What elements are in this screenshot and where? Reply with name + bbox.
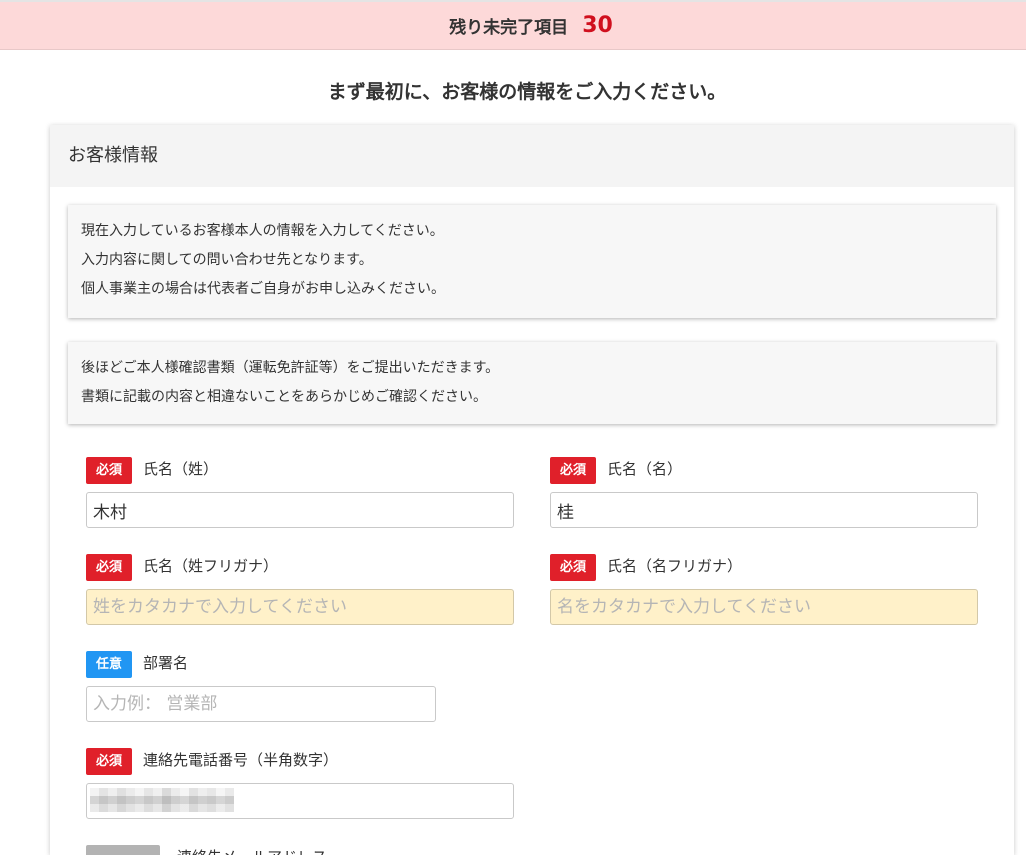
field-first-name: 必須 氏名（名）	[550, 457, 978, 528]
first-name-input[interactable]	[550, 492, 978, 528]
field-phone: 必須 連絡先電話番号（半角数字）	[86, 748, 514, 819]
field-last-name: 必須 氏名（姓）	[86, 457, 514, 528]
form-row-department: 任意 部署名	[86, 651, 996, 722]
field-label: 氏名（姓）	[143, 460, 219, 478]
page-heading: まず最初に、お客様の情報をご入力ください。	[327, 81, 727, 103]
phone-input-wrapper	[86, 783, 514, 819]
form-row-phone: 必須 連絡先電話番号（半角数字）	[86, 748, 996, 819]
card-body: 現在入力しているお客様本人の情報を入力してください。 入力内容に関しての問い合わ…	[50, 187, 1014, 855]
field-email: 連絡先メールアドレス	[86, 845, 514, 855]
note-line: 書類に記載の内容と相違ないことをあらかじめご確認ください。	[81, 389, 487, 405]
field-header: 必須 氏名（姓）	[86, 457, 514, 484]
note-line: 後ほどご本人様確認書類（運転免許証等）をご提出いただきます。	[81, 360, 500, 376]
customer-info-card: お客様情報 現在入力しているお客様本人の情報を入力してください。 入力内容に関し…	[50, 125, 1014, 855]
incomplete-items-label: 残り未完了項目	[449, 18, 569, 38]
note-line: 現在入力しているお客様本人の情報を入力してください。	[81, 223, 444, 239]
status-badge	[86, 845, 160, 855]
field-header: 必須 氏名（名）	[550, 457, 978, 484]
field-label: 氏名（名）	[607, 460, 683, 478]
required-badge: 必須	[550, 457, 596, 484]
optional-badge: 任意	[86, 651, 132, 678]
card-title: お客様情報	[50, 125, 1014, 187]
form-row-email: 連絡先メールアドレス	[86, 845, 996, 855]
redacted-phone-value	[90, 788, 234, 812]
field-first-name-kana: 必須 氏名（名フリガナ）	[550, 554, 978, 625]
form-row-name: 必須 氏名（姓） 必須 氏名（名）	[86, 457, 996, 528]
incomplete-items-count: 30	[582, 13, 613, 38]
form-row-kana: 必須 氏名（姓フリガナ） 必須 氏名（名フリガナ）	[86, 554, 996, 625]
note-line: 個人事業主の場合は代表者ご自身がお申し込みください。	[81, 281, 445, 297]
field-label: 氏名（名フリガナ）	[607, 557, 743, 575]
customer-form: 必須 氏名（姓） 必須 氏名（名） 必須	[68, 457, 996, 855]
field-department: 任意 部署名	[86, 651, 514, 722]
required-badge: 必須	[86, 554, 132, 581]
required-badge: 必須	[86, 748, 132, 775]
field-header: 必須 氏名（姓フリガナ）	[86, 554, 514, 581]
field-label: 部署名	[143, 654, 189, 672]
required-badge: 必須	[86, 457, 132, 484]
field-label: 氏名（姓フリガナ）	[143, 557, 279, 575]
first-name-kana-input[interactable]	[550, 589, 978, 625]
id-document-note: 後ほどご本人様確認書類（運転免許証等）をご提出いただきます。 書類に記載の内容と…	[68, 342, 996, 424]
field-label: 連絡先電話番号（半角数字）	[143, 751, 339, 769]
field-header: 連絡先メールアドレス	[86, 845, 514, 855]
last-name-kana-input[interactable]	[86, 589, 514, 625]
info-note: 現在入力しているお客様本人の情報を入力してください。 入力内容に関しての問い合わ…	[68, 205, 996, 318]
last-name-input[interactable]	[86, 492, 514, 528]
required-badge: 必須	[550, 554, 596, 581]
field-label: 連絡先メールアドレス	[177, 845, 327, 855]
incomplete-items-banner: 残り未完了項目 30	[0, 0, 1026, 50]
field-last-name-kana: 必須 氏名（姓フリガナ）	[86, 554, 514, 625]
note-line: 入力内容に関しての問い合わせ先となります。	[81, 252, 373, 268]
field-header: 任意 部署名	[86, 651, 514, 678]
department-input[interactable]	[86, 686, 436, 722]
field-header: 必須 氏名（名フリガナ）	[550, 554, 978, 581]
field-header: 必須 連絡先電話番号（半角数字）	[86, 748, 514, 775]
